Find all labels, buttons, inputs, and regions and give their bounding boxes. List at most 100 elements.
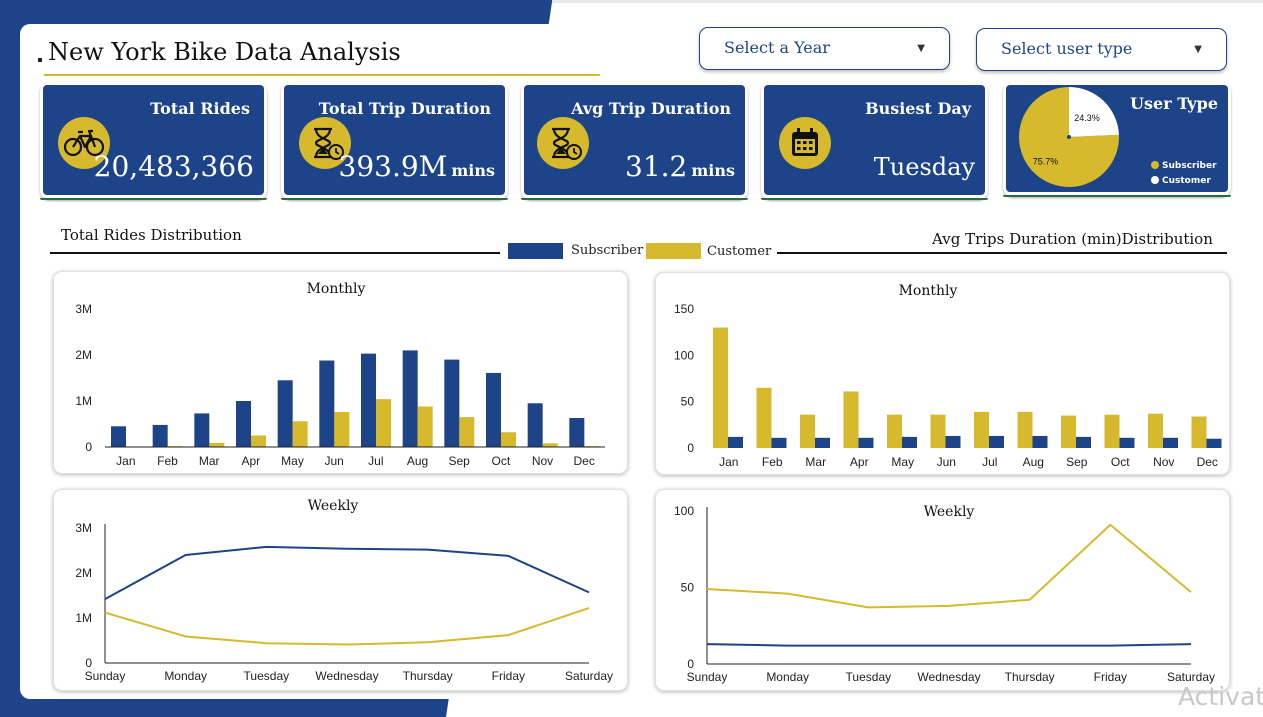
line-series-subscriber (104, 545, 590, 600)
kpi-total-trip-duration-card: Total Trip Duration 393.9M mins (281, 82, 508, 200)
y-tick-label: 50 (681, 395, 695, 409)
bar-customer-may (887, 414, 902, 448)
kpi-unit: mins (451, 161, 495, 180)
kpi-total-rides-card: Total Rides 20,483,366 (40, 82, 267, 200)
bar-subscriber-nov (527, 403, 543, 447)
user-type-pie-card: User Type 75.7% 24.3% Subscriber Customer (1003, 82, 1231, 197)
bar-subscriber-dec (1206, 438, 1222, 448)
x-tick-label: Monday (766, 670, 809, 684)
rides-weekly-chart: Weekly 0 1M 2M 3M Sunday Monday Tuesday Wednesda… (75, 498, 613, 683)
kpi-busiest-day-value: Tuesday (873, 153, 975, 181)
legend-swatch-customer (646, 243, 701, 259)
x-tick-label: Jul (982, 455, 997, 469)
user-type-dropdown-label: Select user type (1001, 39, 1133, 58)
y-tick-label: 0 (687, 657, 694, 671)
kpi-avg-trip-duration-label: Avg Trip Duration (571, 99, 731, 118)
x-tick-label: Sep (1066, 455, 1088, 469)
y-tick-label: 0 (85, 656, 92, 670)
y-tick-label: 50 (681, 581, 695, 595)
line-series-customer (706, 523, 1192, 609)
x-tick-label: Oct (1111, 455, 1130, 469)
bar-customer-mar (800, 414, 815, 448)
x-tick-label: Jun (937, 455, 956, 469)
duration-monthly-chart: Monthly 0 50 100 150 Jan Feb Mar Apr May Jun Jul Aug… (674, 283, 1222, 469)
kpi-busiest-day-label: Busiest Day (865, 99, 971, 118)
x-tick-label: Aug (407, 454, 428, 468)
bar-customer-apr (843, 391, 859, 448)
y-tick-label: 3M (75, 302, 92, 316)
title-underline (44, 74, 600, 76)
bar-subscriber-dec (569, 418, 585, 447)
x-tick-label: Nov (532, 454, 553, 468)
x-tick-label: Dec (1197, 455, 1218, 469)
bar-customer-dec (1191, 416, 1207, 448)
x-tick-label: May (891, 455, 914, 469)
kpi-total-rides-label: Total Rides (150, 99, 250, 118)
bar-subscriber-jan (728, 436, 743, 448)
x-tick-label: Feb (762, 455, 783, 469)
y-tick-label: 100 (674, 504, 694, 518)
x-tick-label: Sep (448, 454, 470, 468)
legend-label-subscriber: Subscriber (571, 243, 644, 258)
x-tick-label: Jun (324, 454, 343, 468)
y-tick-label: 1M (75, 394, 92, 408)
bar-customer-sep (459, 417, 475, 447)
x-tick-label: Wednesday (315, 669, 378, 683)
pie-center-dot (1067, 135, 1071, 139)
pie-slice-customer (1069, 87, 1119, 137)
bar-subscriber-jan (111, 426, 126, 447)
duration-distribution-title: Avg Trips Duration (min)Distribution (932, 230, 1213, 248)
bar-customer-may (292, 421, 308, 447)
pie-label-subscriber: 75.7% (1033, 157, 1059, 167)
bar-subscriber-aug (402, 350, 418, 447)
bar-customer-oct (1104, 414, 1120, 448)
bar-customer-mar (209, 442, 225, 447)
bar-subscriber-feb (152, 424, 168, 447)
bar-subscriber-aug (1032, 435, 1048, 448)
bar-subscriber-mar (194, 413, 210, 447)
duration-weekly-card: Weekly 0 50 100 Sunday Monday Tuesday Wednesday… (655, 489, 1230, 691)
bar-customer-aug (1017, 411, 1033, 448)
bar-subscriber-oct (1119, 437, 1135, 448)
x-tick-label: Nov (1153, 455, 1174, 469)
bar-customer-apr (251, 435, 266, 447)
bar-customer-jun (334, 412, 350, 447)
x-tick-label: Mar (805, 455, 826, 469)
bar-customer-nov (1148, 413, 1163, 448)
x-tick-label: Mar (199, 454, 220, 468)
x-tick-label: Feb (157, 454, 178, 468)
x-tick-label: Wednesday (917, 670, 980, 684)
chart-title: Monthly (307, 281, 366, 297)
section-rule (50, 252, 500, 254)
bar-subscriber-may (277, 380, 293, 447)
rides-monthly-chart: Monthly 0 1M 2M 3M Jan Feb Mar Apr May Jun Jul Aug Se… (75, 281, 605, 468)
rides-monthly-card: Monthly 0 1M 2M 3M Jan Feb Mar Apr May Jun Jul Aug Se… (53, 271, 628, 474)
bar-customer-aug (417, 406, 433, 447)
user-type-dropdown[interactable]: Select user type ▼ (976, 28, 1227, 71)
bar-subscriber-mar (815, 437, 830, 448)
bar-subscriber-sep (1076, 436, 1091, 448)
line-series-subscriber (706, 643, 1192, 647)
bar-subscriber-jun (319, 360, 335, 447)
year-dropdown[interactable]: Select a Year ▼ (699, 27, 950, 70)
rides-weekly-card: Weekly 0 1M 2M 3M Sunday Monday Tuesday Wednesda… (53, 489, 628, 691)
bar-subscriber-apr (236, 401, 251, 447)
x-tick-label: Tuesday (244, 669, 290, 683)
bar-subscriber-jul (989, 435, 1004, 448)
pie-label-customer: 24.3% (1074, 113, 1100, 123)
hourglass-clock-icon (537, 117, 589, 169)
kpi-total-trip-duration-value: 393.9M mins (338, 150, 495, 183)
kpi-total-rides-value: 20,483,366 (93, 150, 254, 183)
x-tick-label: Apr (241, 454, 260, 468)
pie-legend-customer: Customer (1151, 176, 1211, 186)
bar-subscriber-oct (486, 372, 501, 447)
x-tick-label: Jan (719, 455, 738, 469)
line-series-customer (104, 607, 590, 646)
y-tick-label: 2M (75, 348, 92, 362)
y-tick-label: 3M (75, 521, 92, 535)
x-tick-label: May (281, 454, 304, 468)
x-tick-label: Thursday (403, 669, 453, 683)
kpi-unit: mins (691, 161, 735, 180)
bar-subscriber-feb (771, 437, 787, 448)
pie-legend-subscriber: Subscriber (1151, 161, 1217, 171)
